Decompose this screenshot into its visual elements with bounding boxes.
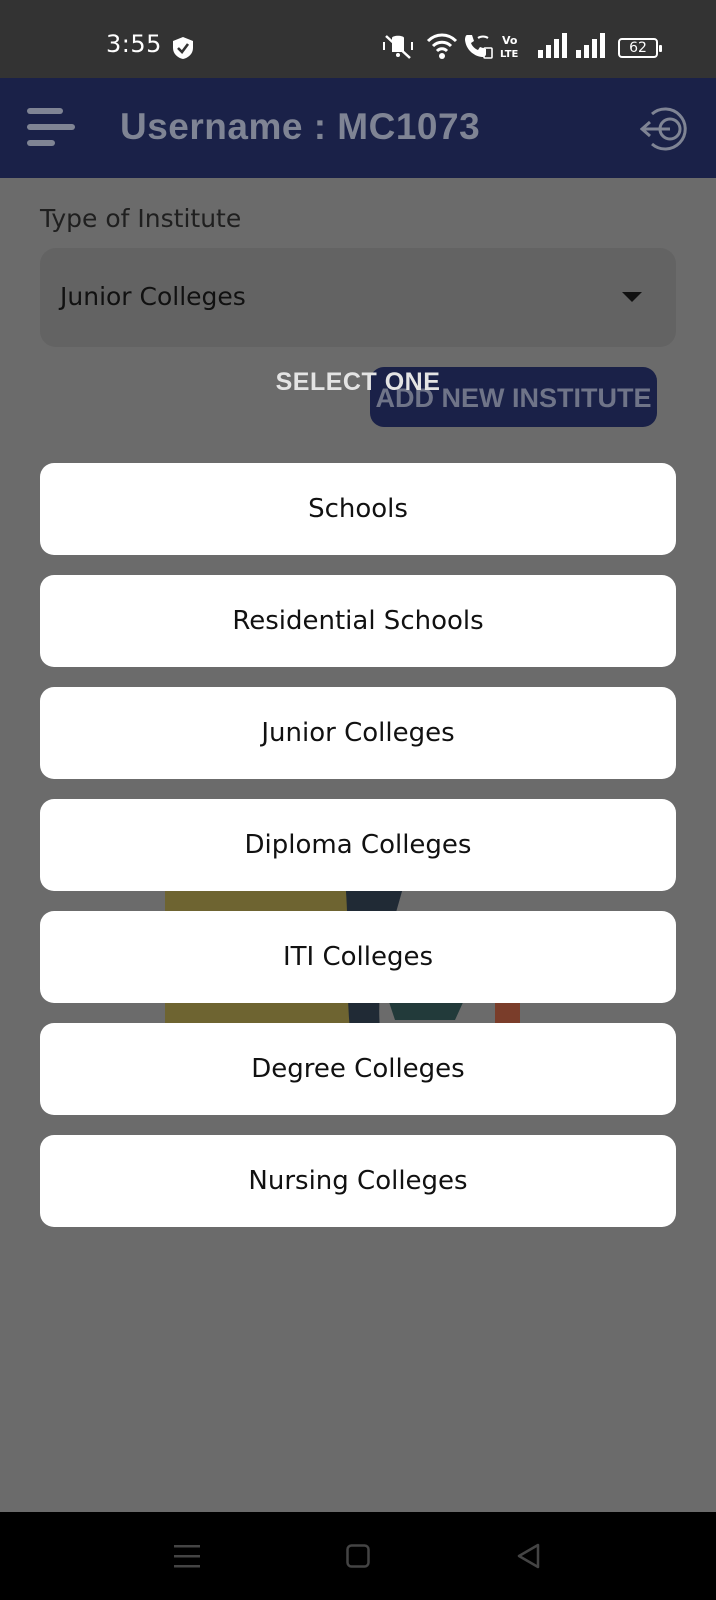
back-icon[interactable] (516, 1542, 542, 1570)
option-schools[interactable]: Schools (40, 463, 676, 555)
option-nursing-colleges[interactable]: Nursing Colleges (40, 1135, 676, 1227)
recents-icon[interactable] (174, 1542, 200, 1570)
svg-text:Vo: Vo (502, 34, 518, 47)
option-degree-colleges[interactable]: Degree Colleges (40, 1023, 676, 1115)
menu-icon[interactable] (27, 104, 77, 150)
volte-icon: Vo LTE (500, 34, 519, 60)
option-junior-colleges[interactable]: Junior Colleges (40, 687, 676, 779)
screen: 3:55 Vo LTE 62 Username: MC1073 Type of… (0, 0, 716, 1600)
institute-type-dropdown[interactable]: Junior Colleges (40, 248, 676, 347)
dropdown-selected-value: Junior Colleges (60, 282, 246, 311)
svg-text:LTE: LTE (500, 49, 519, 60)
wifi-icon (426, 33, 458, 59)
options-list: Schools Residential Schools Junior Colle… (40, 463, 676, 1247)
institute-type-label: Type of Institute (40, 204, 242, 233)
option-iti-colleges[interactable]: ITI Colleges (40, 911, 676, 1003)
status-time: 3:55 (106, 30, 162, 58)
option-residential-schools[interactable]: Residential Schools (40, 575, 676, 667)
status-bar: 3:55 Vo LTE 62 (0, 0, 716, 78)
dialog-title: SELECT ONE (275, 368, 441, 396)
wifi-calling-icon (465, 35, 493, 59)
home-icon[interactable] (346, 1542, 370, 1570)
option-diploma-colleges[interactable]: Diploma Colleges (40, 799, 676, 891)
vibrate-mute-icon (383, 35, 413, 59)
page-title: Username : MC1073 (120, 106, 481, 147)
shield-check-icon (173, 37, 193, 59)
signal-icon (538, 33, 567, 58)
logout-icon[interactable] (640, 104, 692, 154)
caret-down-icon (622, 292, 642, 302)
signal-icon (576, 33, 605, 58)
battery-icon: 62 (618, 38, 662, 58)
